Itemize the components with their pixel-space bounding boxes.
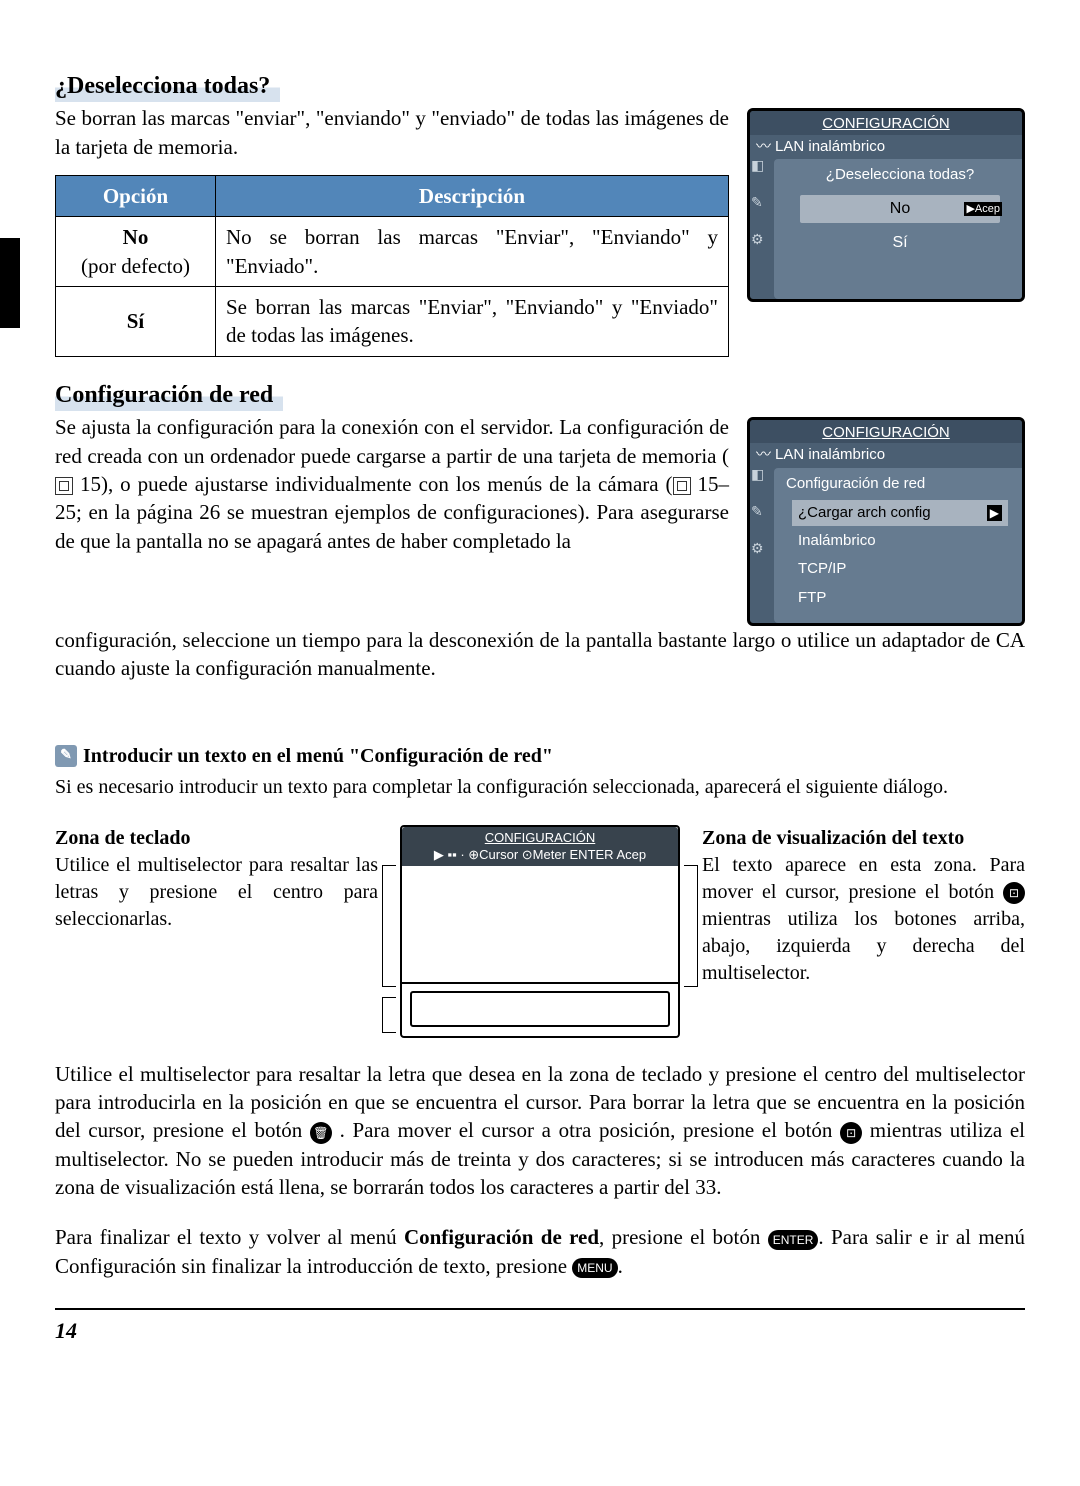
bracket-icon — [382, 865, 396, 987]
section1-para: Se borran las marcas "enviar", "enviando… — [55, 104, 729, 161]
usage-para-2: Para finalizar el texto y volver al menú… — [55, 1223, 1025, 1280]
zona-teclado-block: Zona de teclado Utilice el multiselector… — [55, 825, 378, 933]
options-table: Opción Descripción No (por defecto) No s… — [55, 175, 729, 357]
trash-button-icon: 🗑 — [310, 1122, 332, 1144]
section-deselecciona: ¿Deselecciona todas? Se borran las marca… — [55, 70, 1025, 357]
section-title-2: Configuración de red — [55, 379, 283, 411]
thumbnail-button-icon: ⊡ — [840, 1122, 862, 1144]
cs1-option-no[interactable]: No ▶Acep — [800, 195, 1000, 223]
zona-vis-title: Zona de visualización del texto — [702, 827, 964, 849]
cs2-item-tcpip[interactable]: TCP/IP — [792, 556, 1008, 582]
row-no-desc: No se borran las marcas "Enviar", "Envia… — [216, 217, 729, 287]
menu-button-icon: MENU — [572, 1258, 617, 1278]
page-side-tab — [0, 238, 20, 328]
manual-ref-icon — [55, 477, 73, 495]
cs1-header: CONFIGURACIÓN — [750, 111, 1022, 134]
section-title-1: ¿Deselecciona todas? — [55, 70, 280, 102]
cs2-item-cargar[interactable]: ¿Cargar arch config ▶ — [792, 500, 1008, 526]
cs1-side-icons: ◧✎⚙ — [751, 156, 764, 249]
camera-screen-1: CONFIGURACIÓN 〰LAN inalámbrico ◧✎⚙ ¿Dese… — [747, 104, 1025, 302]
text-display-area — [402, 866, 678, 984]
cs2-panel-title: Configuración de red — [786, 474, 1014, 494]
opt-no-sublabel: (por defecto) — [66, 252, 205, 280]
zona-teclado-title: Zona de teclado — [55, 827, 191, 849]
usage-para-1: Utilice el multiselector para resaltar l… — [55, 1060, 1025, 1202]
kb-header: CONFIGURACIÓN ▶ ▪▪ · ⊕Cursor ⊙Meter ENTE… — [402, 827, 678, 866]
chevron-right-icon: ▶ — [987, 505, 1002, 521]
section2-para-wrapped: Se ajusta la configuración para la conex… — [55, 413, 729, 555]
keyboard-dialog-figure: CONFIGURACIÓN ▶ ▪▪ · ⊕Cursor ⊙Meter ENTE… — [400, 825, 680, 1038]
page-number: 14 — [55, 1316, 1025, 1346]
th-opcion: Opción — [56, 176, 216, 217]
zona-teclado-body: Utilice el multiselector para resaltar l… — [55, 854, 378, 930]
row-no-option: No (por defecto) — [56, 217, 216, 287]
zona-vis-body-1: El texto aparece en esta zona. Para move… — [702, 854, 1025, 903]
opt-no-label: No — [123, 225, 149, 249]
accept-badge: ▶Acep — [964, 202, 1002, 217]
cs1-question: ¿Deselecciona todas? — [786, 165, 1014, 185]
row-si-desc: Se borran las marcas "Enviar", "Enviando… — [216, 287, 729, 357]
row-si-option: Sí — [56, 287, 216, 357]
pencil-icon: ✎ — [55, 745, 77, 767]
keyboard-area — [410, 991, 670, 1027]
footer-rule — [55, 1308, 1025, 1310]
bracket-icon — [382, 997, 396, 1033]
enter-button-icon: ENTER — [768, 1230, 819, 1250]
section-config-red: Configuración de red Se ajusta la config… — [55, 379, 1025, 683]
camera-screen-2: CONFIGURACIÓN 〰LAN inalámbrico ◧✎⚙ Confi… — [747, 413, 1025, 626]
manual-ref-icon — [673, 477, 691, 495]
cs2-header: CONFIGURACIÓN — [750, 420, 1022, 443]
note-intro: Si es necesario introducir un texto para… — [55, 774, 1025, 801]
menu-name-bold: Configuración de red — [404, 1225, 599, 1249]
section2-para-tail: configuración, seleccione un tiempo para… — [55, 626, 1025, 683]
cs1-option-si[interactable]: Sí — [800, 229, 1000, 257]
cs2-sub: 〰LAN inalámbrico — [750, 443, 1022, 467]
cs1-sub: 〰LAN inalámbrico — [750, 135, 1022, 159]
th-descripcion: Descripción — [216, 176, 729, 217]
zona-vis-body-2: mientras utiliza los botones arriba, aba… — [702, 908, 1025, 984]
thumbnail-button-icon: ⊡ — [1003, 882, 1025, 904]
cs2-item-inalambrico[interactable]: Inalámbrico — [792, 528, 1008, 554]
zona-visualizacion-block: Zona de visualización del texto El texto… — [702, 825, 1025, 987]
bracket-icon — [684, 865, 698, 987]
cs2-item-ftp[interactable]: FTP — [792, 585, 1008, 611]
note-title: ✎ Introducir un texto en el menú "Config… — [55, 743, 1025, 770]
cs2-side-icons: ◧✎⚙ — [751, 465, 764, 558]
note-section: ✎ Introducir un texto en el menú "Config… — [55, 743, 1025, 1281]
